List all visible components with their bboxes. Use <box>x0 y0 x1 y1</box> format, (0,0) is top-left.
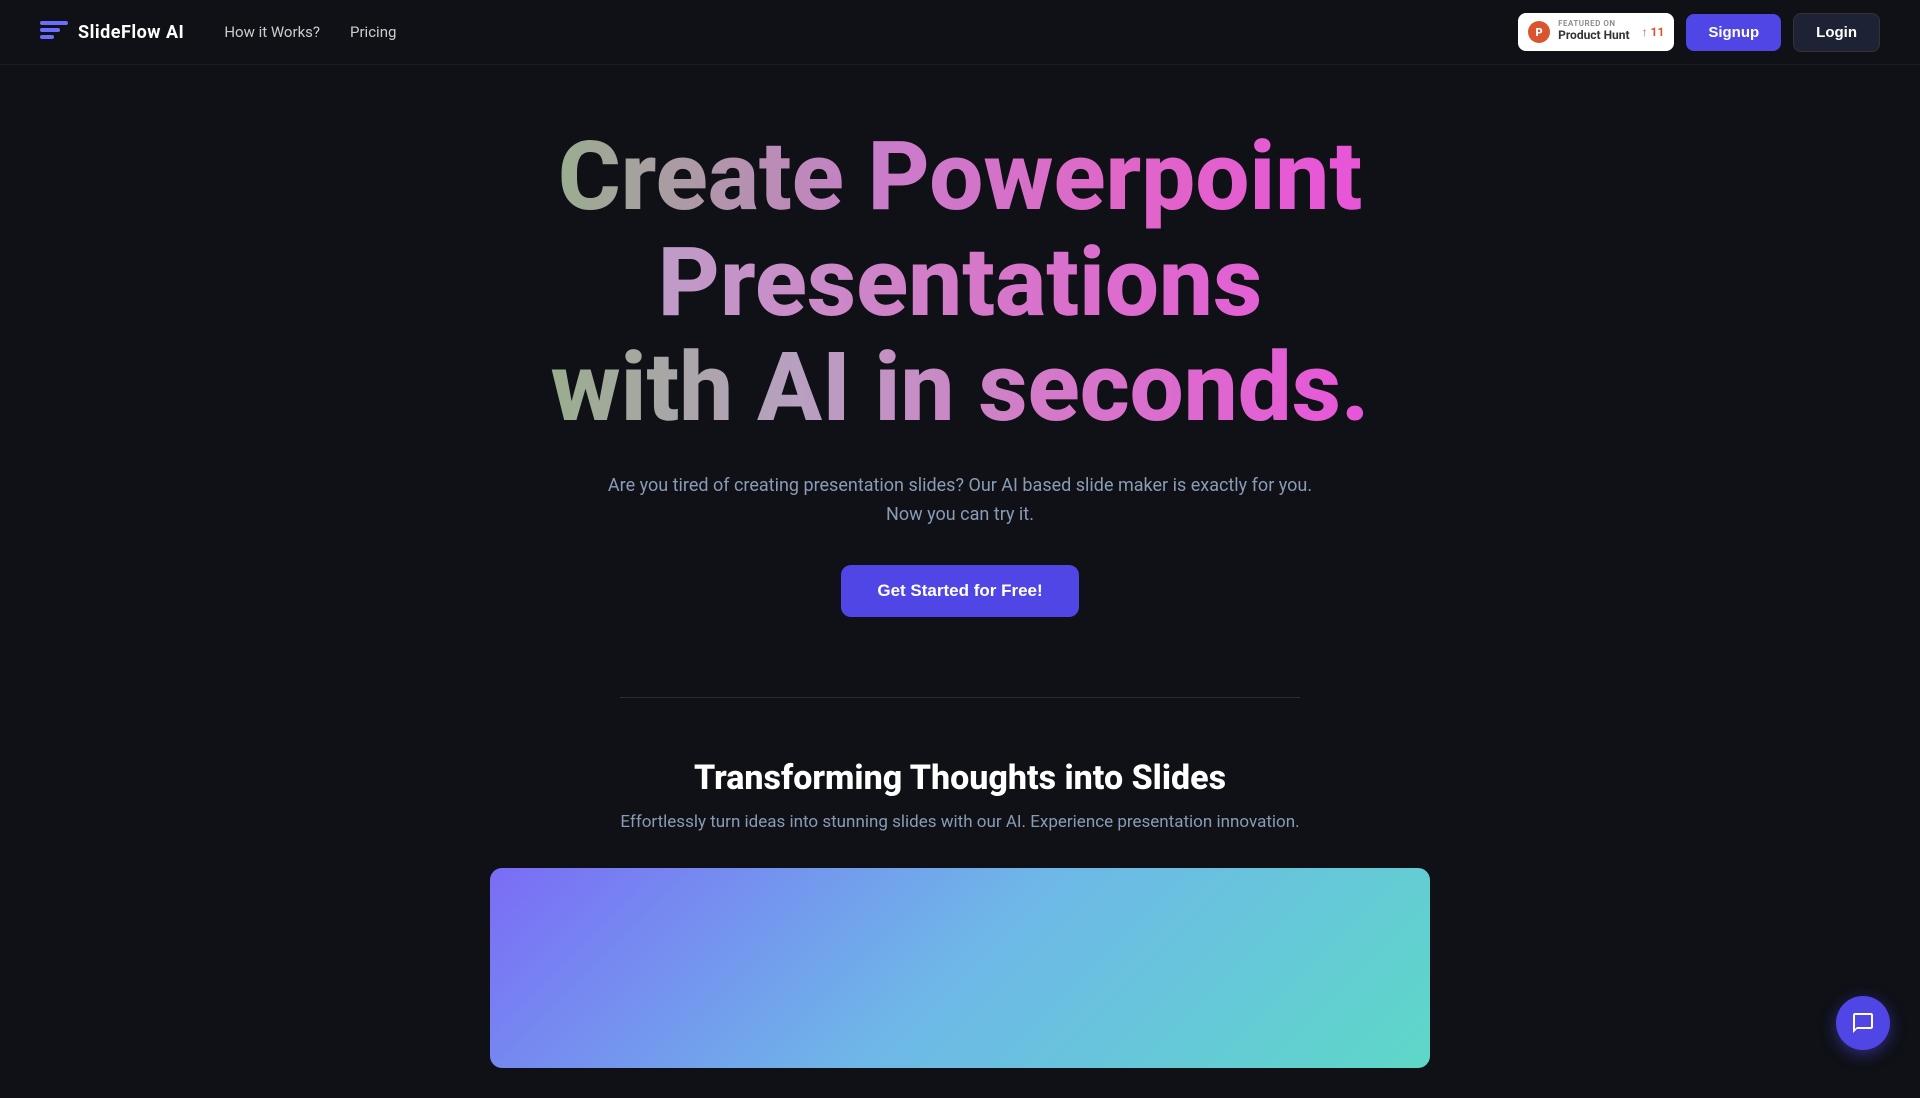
navbar-left: SlideFlow AI How it Works? Pricing <box>40 21 396 43</box>
chat-icon <box>1851 1011 1875 1035</box>
nav-link-pricing[interactable]: Pricing <box>350 23 396 41</box>
product-hunt-count: ↑ 11 <box>1642 25 1665 39</box>
transform-title: Transforming Thoughts into Slides <box>694 758 1226 798</box>
product-hunt-name: Product Hunt <box>1558 28 1629 44</box>
signup-button[interactable]: Signup <box>1686 14 1781 51</box>
preview-image <box>490 868 1430 1068</box>
divider-section <box>0 677 1920 718</box>
hero-subtitle: Are you tired of creating presentation s… <box>600 472 1320 530</box>
divider-line <box>620 697 1300 698</box>
nav-links: How it Works? Pricing <box>224 23 396 41</box>
navbar-right: P FEATURED ON Product Hunt ↑ 11 Signup L… <box>1518 13 1880 52</box>
chat-button[interactable] <box>1836 996 1890 1050</box>
product-hunt-label: FEATURED ON <box>1558 20 1629 28</box>
hero-section: Create Powerpoint Presentations with AI … <box>0 0 1920 677</box>
cta-button[interactable]: Get Started for Free! <box>841 565 1078 617</box>
logo-icon <box>40 21 68 43</box>
logo[interactable]: SlideFlow AI <box>40 21 184 43</box>
product-hunt-text: FEATURED ON Product Hunt <box>1558 20 1629 44</box>
hero-title-line3: with AI in seconds. <box>551 336 1370 442</box>
hero-title: Create Powerpoint Presentations with AI … <box>551 125 1370 442</box>
hero-title-line2: Presentations <box>551 231 1370 337</box>
navbar: SlideFlow AI How it Works? Pricing P FEA… <box>0 0 1920 65</box>
product-hunt-icon: P <box>1528 21 1550 43</box>
logo-text: SlideFlow AI <box>78 22 184 43</box>
hero-title-line1: Create Powerpoint <box>558 121 1362 233</box>
nav-link-how-it-works[interactable]: How it Works? <box>224 23 320 41</box>
transform-section: Transforming Thoughts into Slides Effort… <box>0 718 1920 1098</box>
login-button[interactable]: Login <box>1793 13 1880 52</box>
transform-subtitle: Effortlessly turn ideas into stunning sl… <box>620 812 1299 832</box>
product-hunt-badge[interactable]: P FEATURED ON Product Hunt ↑ 11 <box>1518 13 1674 51</box>
